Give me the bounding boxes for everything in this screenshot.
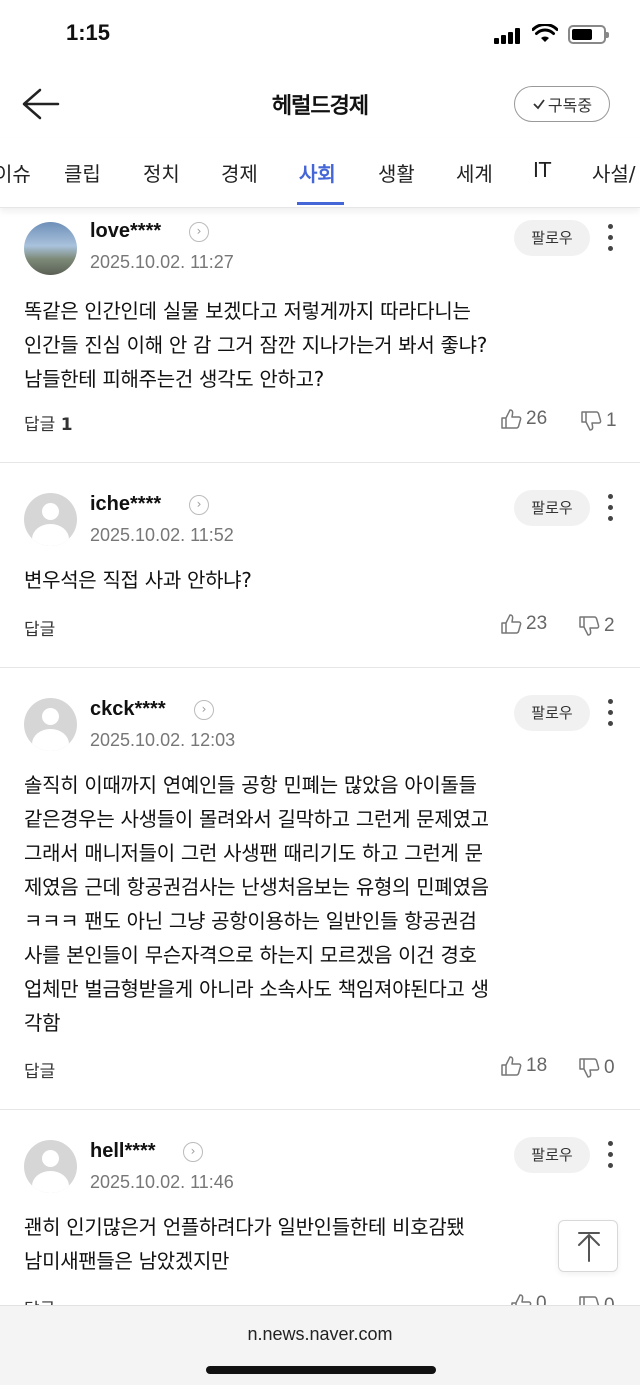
- tab-world[interactable]: 세계: [456, 158, 493, 187]
- comment-line: 괜히 인기많은거 언플하려다가 일반인들한테 비호감됐: [24, 1215, 465, 1239]
- comment-username[interactable]: love****: [90, 220, 161, 243]
- comment-line: ㅋㅋㅋ 팬도 아닌 그냥 공항이용하는 일반인들 항공권검: [24, 909, 477, 933]
- reply-button[interactable]: 답글 1: [24, 410, 73, 435]
- follow-button[interactable]: 팔로우: [514, 220, 590, 256]
- dislike-count: 2: [604, 615, 615, 636]
- follow-button[interactable]: 팔로우: [514, 490, 590, 526]
- comment-line: 그래서 매니저들이 그런 사생팬 때리기도 하고 그런게 문: [24, 841, 483, 865]
- check-icon: [533, 99, 545, 110]
- chevron-right-icon[interactable]: ›: [189, 222, 209, 242]
- more-options-icon[interactable]: [600, 490, 620, 526]
- arrow-up-icon: [578, 1232, 600, 1262]
- comment-line: 솔직히 이때까지 연예인들 공항 민폐는 많았음 아이돌들: [24, 773, 477, 797]
- comment-username[interactable]: hell****: [90, 1140, 156, 1163]
- reply-label: 답글: [24, 415, 56, 435]
- comment-line: 똑같은 인간인데 실물 보겠다고 저렇게까지 따라다니는: [24, 299, 471, 323]
- chevron-right-icon[interactable]: ›: [189, 495, 209, 515]
- dislike-button[interactable]: 1: [580, 410, 617, 432]
- reply-button[interactable]: 답글: [24, 1057, 55, 1082]
- comment-item: love**** › 2025.10.02. 11:27 팔로우 똑같은 인간인…: [0, 208, 640, 463]
- browser-bottom-bar: n.news.naver.com: [0, 1305, 640, 1385]
- thumbs-down-icon: [579, 616, 600, 636]
- follow-button[interactable]: 팔로우: [514, 695, 590, 731]
- more-options-icon[interactable]: [600, 1137, 620, 1173]
- status-bar: 1:15: [0, 0, 640, 70]
- chevron-right-icon[interactable]: ›: [183, 1142, 203, 1162]
- dislike-button[interactable]: 2: [578, 615, 615, 637]
- more-options-icon[interactable]: [600, 695, 620, 731]
- tab-society[interactable]: 사회: [299, 158, 336, 187]
- comment-line: 같은경우는 사생들이 몰려와서 길막하고 그런게 문제였고: [24, 807, 489, 831]
- reply-label: 답글: [24, 620, 56, 640]
- scroll-to-top-button[interactable]: [558, 1220, 618, 1272]
- category-tabs: 이슈 클립 정치 경제 사회 생활 세계 IT 사설/: [0, 138, 640, 208]
- reply-count: 1: [60, 415, 73, 435]
- comment-text: 변우석은 직접 사과 안하냐?: [24, 563, 618, 597]
- status-time: 1:15: [66, 20, 111, 45]
- battery-icon: [568, 25, 609, 44]
- comment-timestamp: 2025.10.02. 12:03: [90, 730, 236, 750]
- comment-line: 인간들 진심 이해 안 감 그거 잠깐 지나가는거 봐서 좋냐?: [24, 333, 488, 357]
- tab-editorial[interactable]: 사설/: [592, 158, 636, 187]
- signal-icon: [494, 28, 522, 44]
- active-tab-indicator: [297, 202, 344, 205]
- comment-line: 제였음 근데 항공권검사는 난생처음보는 유형의 민폐였음: [24, 875, 489, 899]
- thumbs-up-icon: [501, 409, 522, 429]
- comment-item: ckck**** › 2025.10.02. 12:03 팔로우 솔직히 이때까…: [0, 668, 640, 1110]
- tab-politics[interactable]: 정치: [143, 158, 180, 187]
- dislike-count: 0: [604, 1057, 615, 1078]
- reply-label: 답글: [24, 1062, 56, 1082]
- thumbs-down-icon: [581, 411, 602, 431]
- dislike-button[interactable]: 0: [578, 1057, 615, 1079]
- comment-timestamp: 2025.10.02. 11:52: [90, 525, 234, 545]
- dislike-count: 1: [606, 410, 617, 431]
- comment-timestamp: 2025.10.02. 11:46: [90, 1172, 234, 1192]
- thumbs-down-icon: [579, 1058, 600, 1078]
- avatar[interactable]: [24, 1140, 77, 1193]
- comment-line: 남미새팬들은 남았겠지만: [24, 1249, 230, 1273]
- comment-timestamp: 2025.10.02. 11:27: [90, 252, 234, 272]
- avatar[interactable]: [24, 493, 77, 546]
- tab-issue[interactable]: 이슈: [0, 158, 31, 187]
- reply-button[interactable]: 답글: [24, 615, 55, 640]
- comment-text: 똑같은 인간인데 실물 보겠다고 저렇게까지 따라다니는 인간들 진심 이해 안…: [24, 294, 618, 396]
- comment-item: iche**** › 2025.10.02. 11:52 팔로우 변우석은 직접…: [0, 463, 640, 668]
- home-indicator[interactable]: [206, 1366, 436, 1374]
- comment-line: 업체만 벌금형받을게 아니라 소속사도 책임져야된다고 생: [24, 977, 489, 1001]
- subscribe-label: 구독중: [547, 96, 593, 115]
- more-options-icon[interactable]: [600, 220, 620, 256]
- comment-text: 괜히 인기많은거 언플하려다가 일반인들한테 비호감됐 남미새팬들은 남았겠지만: [24, 1210, 618, 1278]
- like-count: 18: [526, 1055, 548, 1076]
- subscribe-button[interactable]: 구독중: [514, 86, 610, 122]
- comment-username[interactable]: iche****: [90, 493, 161, 516]
- like-count: 23: [526, 613, 548, 634]
- thumbs-up-icon: [501, 1056, 522, 1076]
- thumbs-up-icon: [501, 614, 522, 634]
- chevron-right-icon[interactable]: ›: [194, 700, 214, 720]
- comment-username[interactable]: ckck****: [90, 698, 166, 721]
- tab-life[interactable]: 생활: [378, 158, 415, 187]
- tab-it[interactable]: IT: [533, 158, 551, 182]
- wifi-icon: [532, 24, 558, 42]
- comment-line: 사를 본인들이 무슨자격으로 하는지 모르겠음 이건 경호: [24, 943, 477, 967]
- comment-text: 솔직히 이때까지 연예인들 공항 민폐는 많았음 아이돌들 같은경우는 사생들이…: [24, 768, 618, 1040]
- avatar[interactable]: [24, 698, 77, 751]
- like-button[interactable]: 26: [500, 408, 547, 430]
- tab-economy[interactable]: 경제: [221, 158, 258, 187]
- comment-line: 각함: [24, 1011, 61, 1035]
- like-button[interactable]: 18: [500, 1055, 547, 1077]
- article-header: 헤럴드경제 구독중: [0, 70, 640, 138]
- tab-clip[interactable]: 클립: [64, 158, 101, 187]
- avatar[interactable]: [24, 222, 77, 275]
- follow-button[interactable]: 팔로우: [514, 1137, 590, 1173]
- url-text[interactable]: n.news.naver.com: [0, 1324, 640, 1345]
- like-button[interactable]: 23: [500, 613, 547, 635]
- comment-line: 변우석은 직접 사과 안하냐?: [24, 568, 252, 592]
- comment-line: 남들한테 피해주는건 생각도 안하고?: [24, 367, 324, 391]
- like-count: 26: [526, 408, 548, 429]
